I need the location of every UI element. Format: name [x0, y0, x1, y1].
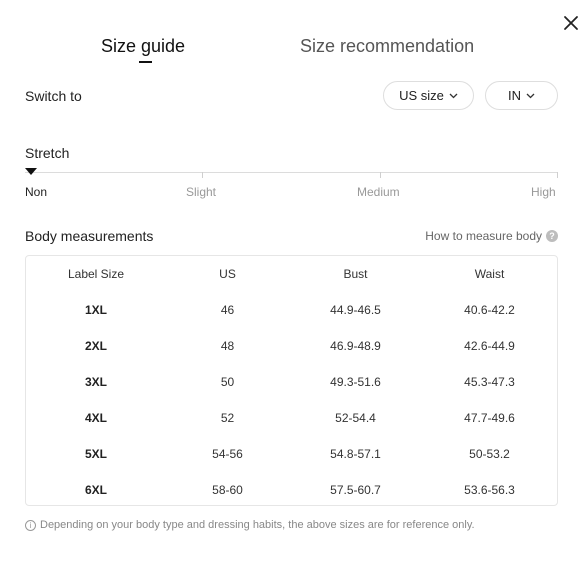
header-label-size: Label Size	[67, 267, 125, 281]
table-row: 1XL 46 44.9-46.5 40.6-42.2	[26, 292, 557, 328]
label-size-cell: 6XL	[84, 483, 107, 497]
how-to-measure-link[interactable]: How to measure body ?	[425, 229, 558, 243]
bust-cell: 44.9-46.5	[330, 303, 381, 317]
how-to-measure-text: How to measure body	[425, 229, 542, 243]
bust-cell: 57.5-60.7	[330, 483, 381, 497]
us-cell: 48	[220, 339, 235, 353]
label-size-cell: 5XL	[84, 447, 107, 461]
size-table: Label Size US Bust Waist 1XL 46 44.9-46.…	[25, 255, 558, 506]
stretch-level-slight: Slight	[186, 185, 217, 199]
stretch-scale-track	[25, 172, 558, 173]
unit-dropdown[interactable]: IN	[485, 81, 558, 110]
question-circle-icon: ?	[546, 230, 558, 242]
table-row: 4XL 52 52-54.4 47.7-49.6	[26, 400, 557, 436]
info-icon: i	[25, 519, 36, 531]
bust-cell: 54.8-57.1	[330, 447, 381, 461]
stretch-level-medium: Medium	[357, 185, 400, 199]
waist-cell: 53.6-56.3	[464, 483, 515, 497]
table-row: 6XL 58-60 57.5-60.7 53.6-56.3	[26, 472, 557, 508]
label-size-cell: 1XL	[84, 303, 107, 317]
header-bust: Bust	[343, 267, 368, 281]
waist-cell: 50-53.2	[469, 447, 510, 461]
table-row: 3XL 50 49.3-51.6 45.3-47.3	[26, 364, 557, 400]
label-size-cell: 2XL	[84, 339, 107, 353]
stretch-label: Stretch	[25, 145, 70, 161]
table-header-row: Label Size US Bust Waist	[26, 256, 557, 292]
us-cell: 54-56	[212, 447, 243, 461]
chevron-down-icon	[449, 93, 458, 98]
waist-cell: 40.6-42.2	[464, 303, 515, 317]
header-us: US	[219, 267, 236, 281]
table-row: 2XL 48 46.9-48.9 42.6-44.9	[26, 328, 557, 364]
us-cell: 52	[220, 411, 235, 425]
close-icon	[564, 16, 578, 30]
label-size-cell: 3XL	[84, 375, 107, 389]
bust-cell: 49.3-51.6	[330, 375, 381, 389]
tab-size-guide[interactable]: Size guide	[101, 36, 185, 57]
waist-cell: 42.6-44.9	[464, 339, 515, 353]
us-cell: 46	[220, 303, 235, 317]
chevron-down-icon	[526, 93, 535, 98]
stretch-level-non: Non	[25, 185, 48, 199]
active-tab-indicator	[139, 61, 152, 63]
size-system-value: US size	[399, 88, 444, 103]
header-waist: Waist	[474, 267, 505, 281]
table-row: 5XL 54-56 54.8-57.1 50-53.2	[26, 436, 557, 472]
bust-cell: 46.9-48.9	[330, 339, 381, 353]
stretch-tick	[202, 172, 203, 178]
unit-value: IN	[508, 88, 521, 103]
size-system-dropdown[interactable]: US size	[383, 81, 474, 110]
reference-note-text: Depending on your body type and dressing…	[40, 519, 475, 531]
stretch-tick	[557, 172, 558, 178]
reference-note: i Depending on your body type and dressi…	[25, 519, 475, 531]
body-measurements-title: Body measurements	[25, 228, 154, 244]
tab-bar: Size guide Size recommendation	[0, 36, 580, 76]
stretch-tick	[380, 172, 381, 178]
switch-to-label: Switch to	[25, 88, 82, 104]
waist-cell: 45.3-47.3	[464, 375, 515, 389]
waist-cell: 47.7-49.6	[464, 411, 515, 425]
tab-size-recommendation[interactable]: Size recommendation	[300, 36, 474, 57]
us-cell: 58-60	[212, 483, 243, 497]
stretch-selected-marker	[25, 168, 37, 175]
close-button[interactable]	[561, 13, 580, 33]
bust-cell: 52-54.4	[335, 411, 376, 425]
us-cell: 50	[220, 375, 235, 389]
label-size-cell: 4XL	[84, 411, 107, 425]
stretch-level-high: High	[531, 185, 556, 199]
